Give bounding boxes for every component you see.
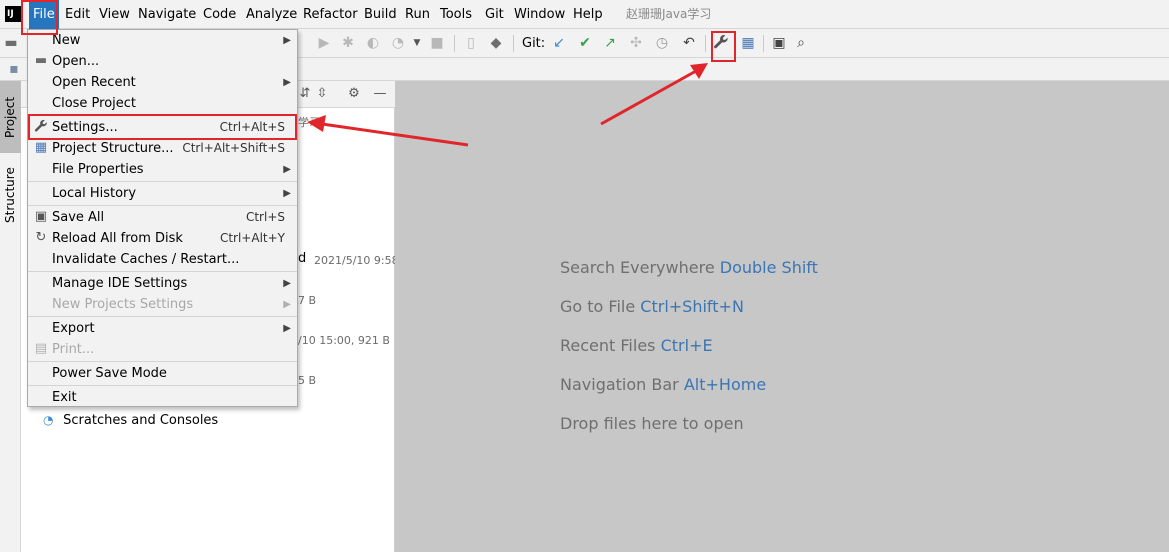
annotation-arrow-settings bbox=[321, 122, 469, 147]
annotation-arrowhead bbox=[307, 115, 326, 132]
annotation-arrowhead bbox=[690, 63, 708, 79]
annotation-arrows bbox=[307, 63, 708, 147]
ide-window: IJ File Edit View Navigate Code Analyze … bbox=[0, 0, 1169, 552]
annotation-arrow-wrench bbox=[600, 69, 697, 126]
